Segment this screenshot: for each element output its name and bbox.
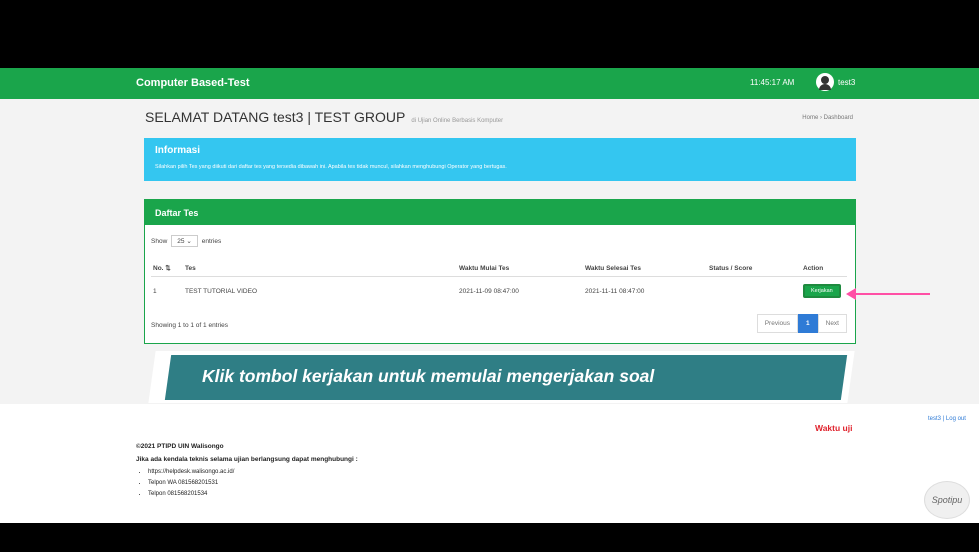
column-header-no[interactable]: No. ⇅ [151, 260, 183, 277]
user-menu[interactable]: test3 [816, 73, 855, 91]
column-header-selesai[interactable]: Waktu Selesai Tes [583, 260, 707, 277]
caption-text: Klik tombol kerjakan untuk memulai menge… [202, 366, 655, 386]
user-name: test3 [838, 77, 856, 87]
test-table: No. ⇅ Tes Waktu Mulai Tes Waktu Selesai … [151, 260, 847, 305]
chevron-down-icon: ⌄ [186, 238, 192, 245]
top-navbar: Computer Based-Test 11:45:17 AM test3 [0, 68, 979, 99]
welcome-subtitle: di Ujian Online Berbasis Komputer [411, 118, 504, 124]
entries-value: 25 [177, 238, 185, 245]
watermark-logo: Spotipu [924, 481, 970, 519]
column-header-mulai[interactable]: Waktu Mulai Tes [457, 260, 583, 277]
footer-copyright: ©2021 PTIPD UIN Walisongo [136, 443, 224, 450]
pointer-arrow-icon [846, 288, 856, 300]
page-footer [0, 404, 979, 523]
table-header-row: No. ⇅ Tes Waktu Mulai Tes Waktu Selesai … [151, 260, 847, 277]
app-window: Computer Based-Test 11:45:17 AM test3 SE… [0, 68, 979, 523]
cell-selesai: 2021-11-11 08:47:00 [585, 287, 645, 295]
footer-link-phone: Telpon 081568201534 [148, 489, 234, 500]
info-text: Silahkan pilih Tes yang diikuti dari daf… [155, 164, 507, 170]
pagination-next[interactable]: Next [817, 314, 847, 333]
entries-select[interactable]: 25 ⌄ [171, 235, 198, 247]
test-list-panel: Daftar Tes Show 25 ⌄ entries No. ⇅ Tes W… [144, 199, 856, 344]
cell-no: 1 [153, 287, 157, 295]
user-avatar-icon [816, 73, 834, 91]
brand-title[interactable]: Computer Based-Test [136, 77, 249, 89]
cell-tes: TEST TUTORIAL VIDEO [185, 287, 257, 295]
column-header-action[interactable]: Action [801, 260, 847, 277]
footer-contact: Jika ada kendala teknis selama ujian ber… [136, 456, 358, 463]
cell-mulai: 2021-11-09 08:47:00 [459, 287, 519, 295]
pagination: Previous 1 Next [756, 314, 847, 333]
kerjakan-button[interactable]: Kerjakan [803, 284, 841, 298]
page-title: SELAMAT DATANG test3 | TEST GROUP di Ujia… [145, 109, 503, 125]
timer-label: Waktu uji [815, 423, 853, 433]
footer-link-helpdesk[interactable]: https://helpdesk.walisongo.ac.id/ [148, 467, 234, 478]
pagination-page-current[interactable]: 1 [798, 314, 818, 333]
column-header-tes[interactable]: Tes [183, 260, 457, 277]
footer-contact-list: https://helpdesk.walisongo.ac.id/ Telpon… [136, 467, 234, 500]
info-callout: Informasi Silahkan pilih Tes yang diikut… [144, 138, 856, 181]
user-logout-link[interactable]: test3 | Log out [928, 416, 966, 422]
cell-action: Kerjakan [801, 277, 847, 306]
table-info: Showing 1 to 1 of 1 entries [151, 322, 228, 329]
pagination-previous[interactable]: Previous [756, 314, 798, 333]
footer-link-wa: Telpon WA 081568201531 [148, 478, 234, 489]
welcome-title: SELAMAT DATANG test3 | TEST GROUP [145, 109, 406, 125]
entries-length-control: Show 25 ⌄ entries [151, 235, 221, 247]
table-row: 1 TEST TUTORIAL VIDEO 2021-11-09 08:47:0… [151, 277, 847, 306]
panel-title: Daftar Tes [145, 200, 855, 225]
pointer-arrow-line [854, 293, 930, 295]
column-header-status[interactable]: Status / Score [707, 260, 801, 277]
clock-display: 11:45:17 AM [750, 78, 795, 87]
breadcrumb[interactable]: Home › Dashboard [802, 115, 853, 121]
entries-label: entries [201, 237, 222, 245]
show-label: Show [151, 237, 168, 245]
info-title: Informasi [155, 145, 201, 156]
cell-status [707, 277, 801, 306]
